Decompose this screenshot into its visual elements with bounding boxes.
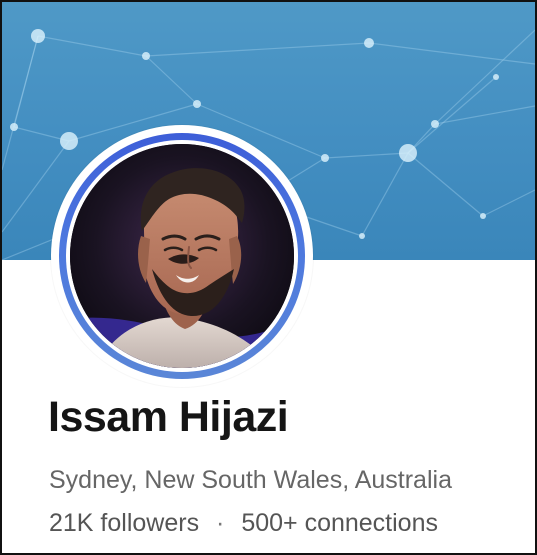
- followers-count[interactable]: 21K followers: [49, 509, 199, 537]
- avatar[interactable]: [70, 144, 294, 368]
- profile-name: Issam Hijazi: [48, 393, 289, 441]
- profile-card: Issam Hijazi Sydney, New South Wales, Au…: [0, 0, 537, 555]
- profile-location: Sydney, New South Wales, Australia: [49, 466, 452, 494]
- profile-stats: 21K followers · 500+ connections: [49, 511, 438, 536]
- stats-separator: ·: [216, 509, 225, 537]
- profile-photo-frame[interactable]: [51, 125, 313, 387]
- connections-count[interactable]: 500+ connections: [241, 509, 438, 537]
